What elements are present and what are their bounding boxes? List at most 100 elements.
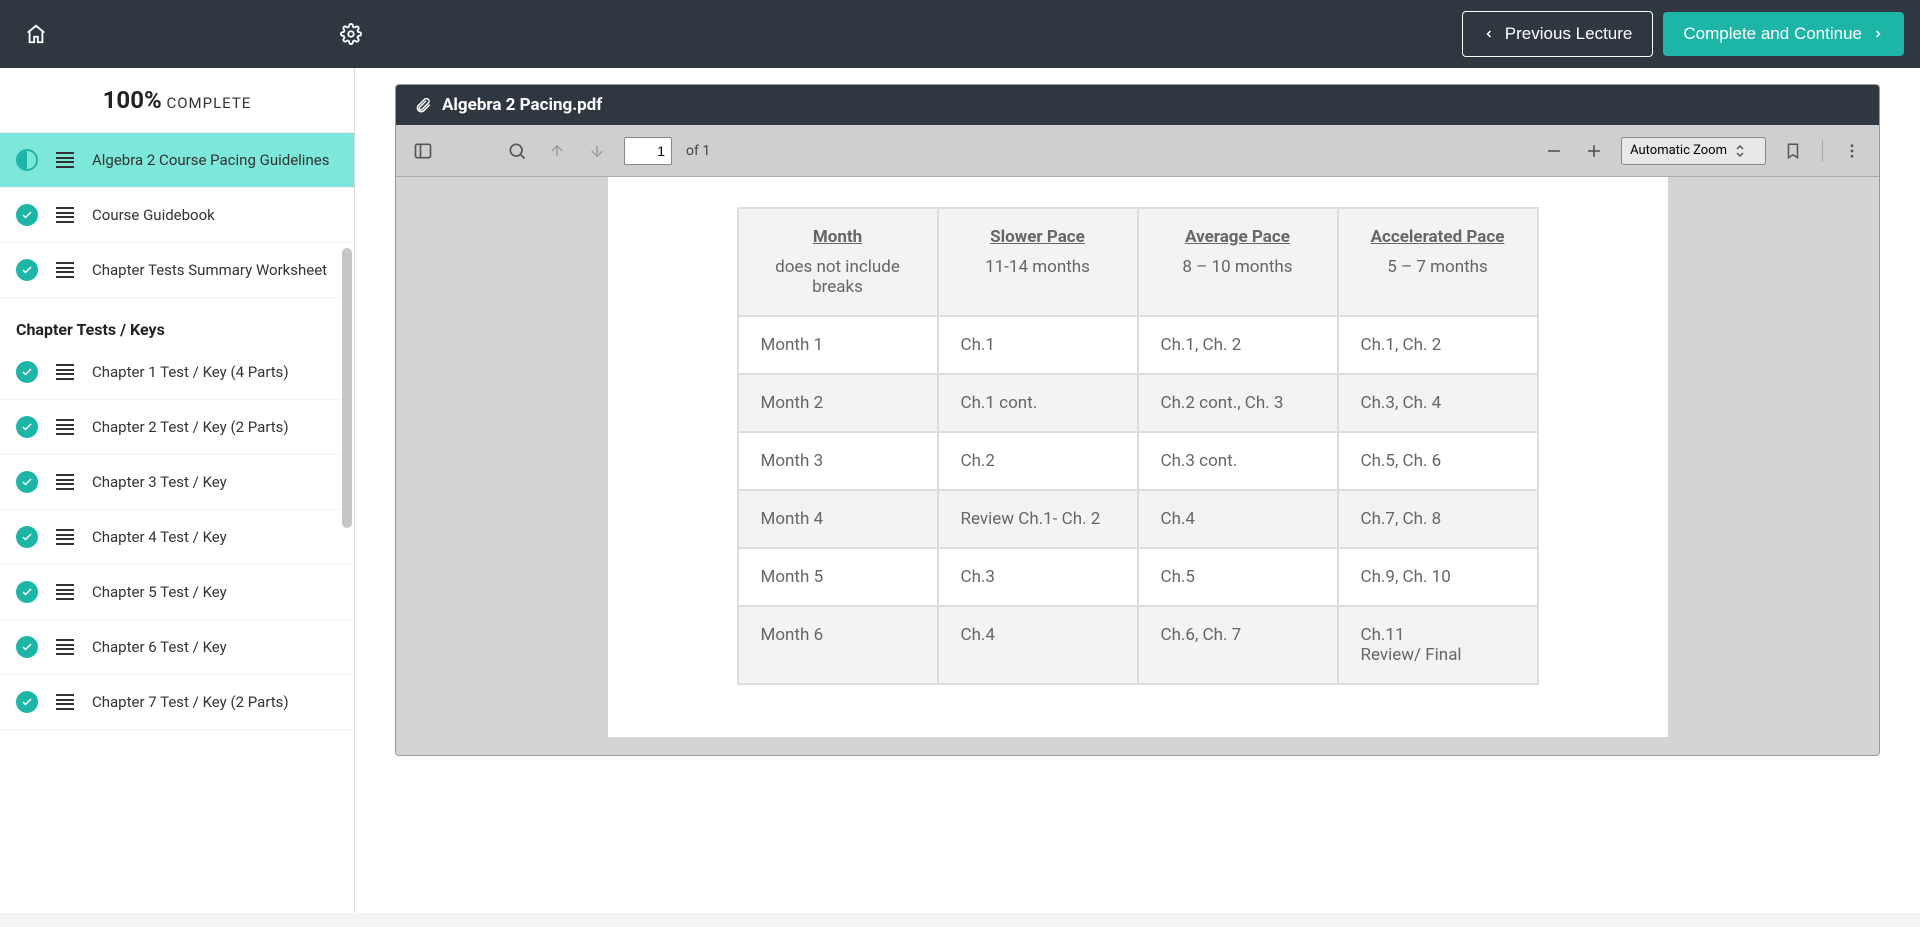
table-cell: Ch.1 cont. [938,374,1138,432]
document-icon [56,528,74,546]
chevron-left-icon [1483,28,1495,40]
lesson-item[interactable]: Chapter 1 Test / Key (4 Parts) [0,345,354,400]
complete-continue-button[interactable]: Complete and Continue [1663,12,1904,56]
table-cell: Ch.5 [1138,548,1338,606]
pdf-page-area[interactable]: Monthdoes not include breaksSlower Pace1… [396,177,1879,755]
chevron-right-icon [1872,28,1884,40]
check-icon [16,691,38,713]
lesson-title: Course Guidebook [92,206,215,224]
zoom-select-label: Automatic Zoom [1630,143,1727,158]
dropdown-caret-icon [1735,144,1745,158]
half-progress-icon [16,149,38,171]
table-cell: Ch.1, Ch. 2 [1138,316,1338,374]
table-row: Month 3Ch.2Ch.3 cont.Ch.5, Ch. 6 [738,432,1538,490]
table-cell: Ch.4 [1138,490,1338,548]
bookmark-icon[interactable] [1780,138,1806,164]
table-cell: Ch.2 [938,432,1138,490]
sidebar-toggle-icon[interactable] [410,138,436,164]
lesson-item[interactable]: Chapter 7 Test / Key (2 Parts) [0,675,354,730]
lesson-item[interactable]: Chapter 6 Test / Key [0,620,354,675]
table-cell: Ch.1 [938,316,1138,374]
table-cell: Ch.7, Ch. 8 [1338,490,1538,548]
prev-page-icon[interactable] [544,138,570,164]
check-icon [16,204,38,226]
zoom-select[interactable]: Automatic Zoom [1621,137,1766,165]
zoom-out-icon[interactable] [1541,138,1567,164]
lesson-title: Chapter 5 Test / Key [92,583,227,601]
more-menu-icon[interactable] [1839,138,1865,164]
lesson-title: Chapter 2 Test / Key (2 Parts) [92,418,289,436]
lesson-item[interactable]: Chapter 4 Test / Key [0,510,354,565]
section-title: Chapter Tests / Keys [0,298,354,345]
topbar: Previous Lecture Complete and Continue [0,0,1920,68]
document-icon [56,206,74,224]
pdf-toolbar: of 1 Automatic Zoom [396,125,1879,177]
horizontal-scrollbar[interactable] [0,913,1920,927]
check-icon [16,259,38,281]
home-icon[interactable] [24,22,48,46]
document-icon [56,363,74,381]
check-icon [16,636,38,658]
lesson-title: Chapter 7 Test / Key (2 Parts) [92,693,289,711]
document-icon [56,693,74,711]
pdf-page: Monthdoes not include breaksSlower Pace1… [608,177,1668,737]
gear-icon[interactable] [339,22,363,46]
page-number-input[interactable] [624,137,672,165]
lesson-item[interactable]: Chapter 5 Test / Key [0,565,354,620]
lesson-title: Algebra 2 Course Pacing Guidelines [92,151,329,169]
table-cell: Month 3 [738,432,938,490]
previous-lecture-button[interactable]: Previous Lecture [1462,11,1654,57]
document-icon [56,418,74,436]
check-icon [16,581,38,603]
table-header: Average Pace8 – 10 months [1138,208,1338,316]
progress-percent: 100% [103,86,162,114]
lesson-item[interactable]: Chapter 2 Test / Key (2 Parts) [0,400,354,455]
sidebar[interactable]: 100% COMPLETE Algebra 2 Course Pacing Gu… [0,68,355,927]
table-cell: Review Ch.1- Ch. 2 [938,490,1138,548]
lesson-title: Chapter 4 Test / Key [92,528,227,546]
lesson-title: Chapter Tests Summary Worksheet [92,261,327,279]
check-icon [16,471,38,493]
pacing-table: Monthdoes not include breaksSlower Pace1… [737,207,1539,685]
lesson-item[interactable]: Algebra 2 Course Pacing Guidelines [0,133,354,188]
topbar-left [16,22,371,46]
next-page-icon[interactable] [584,138,610,164]
table-cell: Month 1 [738,316,938,374]
table-cell: Ch.1, Ch. 2 [1338,316,1538,374]
table-cell: Ch.11Review/ Final [1338,606,1538,684]
search-icon[interactable] [504,138,530,164]
table-cell: Month 2 [738,374,938,432]
table-cell: Month 6 [738,606,938,684]
lesson-item[interactable]: Chapter 3 Test / Key [0,455,354,510]
table-header: Accelerated Pace5 – 7 months [1338,208,1538,316]
check-icon [16,526,38,548]
document-icon [56,473,74,491]
progress-block: 100% COMPLETE [0,68,354,133]
lesson-item[interactable]: Chapter Tests Summary Worksheet [0,243,354,298]
table-cell: Ch.3, Ch. 4 [1338,374,1538,432]
pdf-title-bar: Algebra 2 Pacing.pdf [396,85,1879,125]
zoom-in-icon[interactable] [1581,138,1607,164]
lesson-item[interactable]: Course Guidebook [0,188,354,243]
table-cell: Ch.6, Ch. 7 [1138,606,1338,684]
lesson-title: Chapter 1 Test / Key (4 Parts) [92,363,289,381]
progress-label: COMPLETE [166,94,251,112]
main: Algebra 2 Pacing.pdf of 1 [355,68,1920,927]
document-icon [56,583,74,601]
topbar-right: Previous Lecture Complete and Continue [1462,11,1904,57]
table-row: Month 6Ch.4Ch.6, Ch. 7Ch.11Review/ Final [738,606,1538,684]
table-row: Month 5Ch.3Ch.5Ch.9, Ch. 10 [738,548,1538,606]
table-header: Slower Pace11-14 months [938,208,1138,316]
document-icon [56,638,74,656]
document-icon [56,261,74,279]
complete-continue-label: Complete and Continue [1683,24,1862,44]
table-cell: Ch.9, Ch. 10 [1338,548,1538,606]
table-cell: Month 5 [738,548,938,606]
separator [1822,140,1823,162]
pdf-title-text: Algebra 2 Pacing.pdf [442,95,602,115]
table-cell: Ch.2 cont., Ch. 3 [1138,374,1338,432]
table-row: Month 2Ch.1 cont.Ch.2 cont., Ch. 3Ch.3, … [738,374,1538,432]
pdf-container: Algebra 2 Pacing.pdf of 1 [395,84,1880,756]
page-total-label: of 1 [686,143,710,159]
table-row: Month 4Review Ch.1- Ch. 2Ch.4Ch.7, Ch. 8 [738,490,1538,548]
